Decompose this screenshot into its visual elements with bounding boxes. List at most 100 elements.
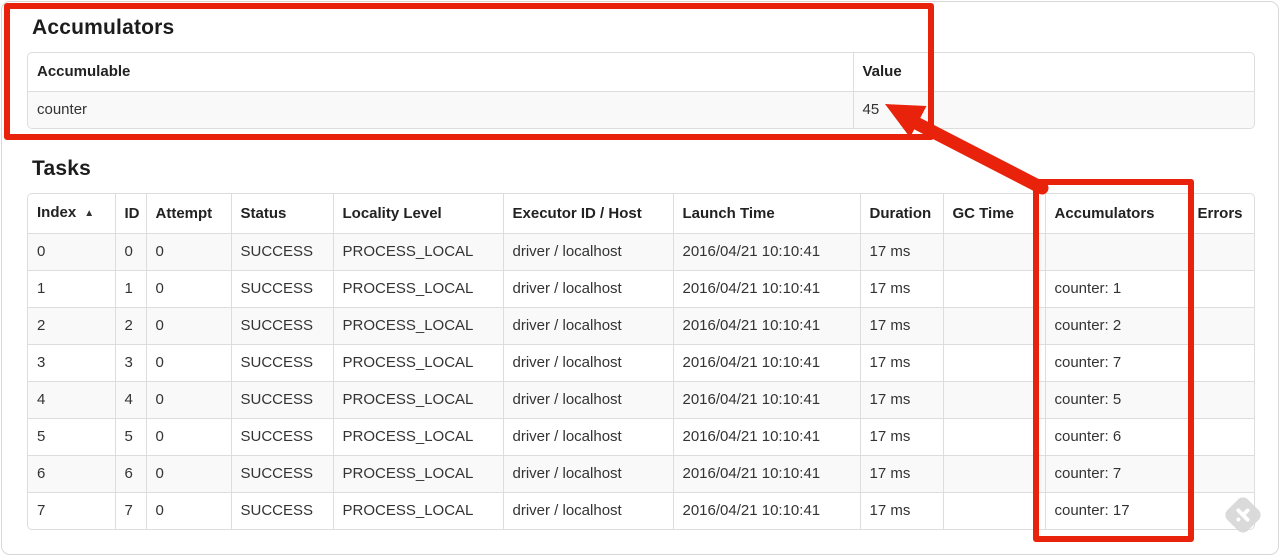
cell-duration: 17 ms [859, 344, 943, 382]
cell-id: 1 [114, 270, 146, 308]
tasks-heading: Tasks [32, 157, 91, 180]
cell-attempt: 0 [145, 233, 231, 271]
cell-status: SUCCESS [230, 492, 333, 529]
table-row: counter 45 [28, 91, 1254, 128]
accumulators-heading: Accumulators [32, 16, 175, 39]
cell-id: 5 [114, 418, 146, 456]
cell-launch-time: 2016/04/21 10:10:41 [672, 381, 860, 419]
column-header-duration[interactable]: Duration [859, 194, 943, 234]
cell-id: 0 [114, 233, 146, 271]
feedly-watermark-icon [1220, 492, 1266, 538]
cell-errors [1187, 418, 1254, 456]
cell-index: 5 [28, 418, 115, 456]
column-header-gc-time[interactable]: GC Time [942, 194, 1045, 234]
cell-duration: 17 ms [859, 270, 943, 308]
column-header-executor[interactable]: Executor ID / Host [502, 194, 673, 234]
cell-duration: 17 ms [859, 381, 943, 419]
table-row: 1 1 0 SUCCESS PROCESS_LOCAL driver / loc… [28, 270, 1254, 308]
cell-locality-level: PROCESS_LOCAL [332, 381, 503, 419]
cell-id: 4 [114, 381, 146, 419]
table-row: 3 3 0 SUCCESS PROCESS_LOCAL driver / loc… [28, 344, 1254, 382]
table-row: 2 2 0 SUCCESS PROCESS_LOCAL driver / loc… [28, 307, 1254, 345]
tasks-table-wrapper: Index ▲ ID Attempt Status Locality Level … [27, 193, 1255, 530]
cell-gc-time [942, 307, 1045, 345]
cell-duration: 17 ms [859, 455, 943, 493]
cell-launch-time: 2016/04/21 10:10:41 [672, 307, 860, 345]
cell-duration: 17 ms [859, 307, 943, 345]
cell-launch-time: 2016/04/21 10:10:41 [672, 455, 860, 493]
column-header-launch-time[interactable]: Launch Time [672, 194, 860, 234]
cell-accumulators: counter: 17 [1044, 492, 1188, 529]
cell-executor: driver / localhost [502, 233, 673, 271]
cell-errors [1187, 381, 1254, 419]
cell-accumulators: counter: 7 [1044, 344, 1188, 382]
column-header-index[interactable]: Index ▲ [28, 194, 115, 234]
cell-accumulators: counter: 7 [1044, 455, 1188, 493]
cell-locality-level: PROCESS_LOCAL [332, 270, 503, 308]
cell-gc-time [942, 381, 1045, 419]
spark-ui-page: Accumulators Accumulable Value counter 4… [1, 1, 1279, 555]
cell-accumulators: counter: 1 [1044, 270, 1188, 308]
cell-id: 7 [114, 492, 146, 529]
cell-duration: 17 ms [859, 233, 943, 271]
cell-errors [1187, 270, 1254, 308]
cell-index: 0 [28, 233, 115, 271]
tasks-table-head: Index ▲ ID Attempt Status Locality Level … [28, 194, 1254, 234]
page-content: Accumulators Accumulable Value counter 4… [2, 2, 1278, 530]
cell-id: 6 [114, 455, 146, 493]
cell-duration: 17 ms [859, 418, 943, 456]
column-header-accumulable[interactable]: Accumulable [28, 53, 853, 92]
cell-index: 4 [28, 381, 115, 419]
accumulators-table-head: Accumulable Value [28, 53, 1254, 92]
cell-attempt: 0 [145, 270, 231, 308]
cell-locality-level: PROCESS_LOCAL [332, 492, 503, 529]
cell-gc-time [942, 418, 1045, 456]
cell-index: 2 [28, 307, 115, 345]
column-header-attempt[interactable]: Attempt [145, 194, 231, 234]
cell-status: SUCCESS [230, 344, 333, 382]
cell-accumulators [1044, 233, 1188, 271]
cell-status: SUCCESS [230, 270, 333, 308]
cell-status: SUCCESS [230, 307, 333, 345]
cell-attempt: 0 [145, 418, 231, 456]
cell-gc-time [942, 270, 1045, 308]
cell-executor: driver / localhost [502, 270, 673, 308]
cell-index: 1 [28, 270, 115, 308]
cell-attempt: 0 [145, 307, 231, 345]
accumulators-table: Accumulable Value counter 45 [28, 53, 1254, 128]
column-header-index-label: Index [37, 204, 77, 221]
cell-id: 2 [114, 307, 146, 345]
cell-launch-time: 2016/04/21 10:10:41 [672, 344, 860, 382]
cell-value: 45 [852, 91, 1254, 128]
cell-id: 3 [114, 344, 146, 382]
cell-gc-time [942, 455, 1045, 493]
cell-attempt: 0 [145, 381, 231, 419]
column-header-accumulators[interactable]: Accumulators [1044, 194, 1188, 234]
table-row: 5 5 0 SUCCESS PROCESS_LOCAL driver / loc… [28, 418, 1254, 456]
table-row: 0 0 0 SUCCESS PROCESS_LOCAL driver / loc… [28, 233, 1254, 271]
cell-gc-time [942, 233, 1045, 271]
cell-index: 7 [28, 492, 115, 529]
cell-accumulators: counter: 6 [1044, 418, 1188, 456]
cell-status: SUCCESS [230, 233, 333, 271]
column-header-id[interactable]: ID [114, 194, 146, 234]
cell-executor: driver / localhost [502, 344, 673, 382]
cell-executor: driver / localhost [502, 418, 673, 456]
cell-duration: 17 ms [859, 492, 943, 529]
cell-gc-time [942, 492, 1045, 529]
cell-accumulable: counter [28, 91, 853, 128]
column-header-locality-level[interactable]: Locality Level [332, 194, 503, 234]
sort-ascending-icon: ▲ [84, 208, 95, 219]
header-row: Accumulable Value [28, 53, 1254, 92]
cell-executor: driver / localhost [502, 492, 673, 529]
tasks-table-body: 0 0 0 SUCCESS PROCESS_LOCAL driver / loc… [28, 233, 1254, 529]
tasks-table: Index ▲ ID Attempt Status Locality Level … [28, 194, 1254, 529]
cell-errors [1187, 307, 1254, 345]
cell-executor: driver / localhost [502, 381, 673, 419]
cell-executor: driver / localhost [502, 455, 673, 493]
cell-attempt: 0 [145, 492, 231, 529]
column-header-status[interactable]: Status [230, 194, 333, 234]
column-header-value[interactable]: Value [852, 53, 1254, 92]
column-header-errors[interactable]: Errors [1187, 194, 1254, 234]
cell-errors [1187, 455, 1254, 493]
